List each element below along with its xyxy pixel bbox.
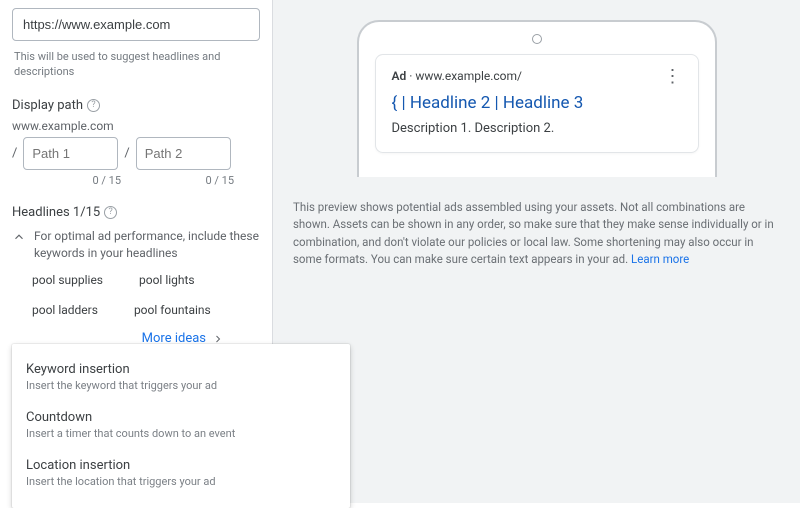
dropdown-item-desc: Insert a timer that counts down to an ev… (26, 427, 336, 440)
dropdown-item-location-insertion[interactable]: Location insertion Insert the location t… (12, 450, 350, 498)
dropdown-item-keyword-insertion[interactable]: Keyword insertion Insert the keyword tha… (12, 354, 350, 402)
path2-counter: 0 / 15 (139, 174, 234, 187)
dropdown-item-countdown[interactable]: Countdown Insert a timer that counts dow… (12, 402, 350, 450)
keyword-chip[interactable]: pool ladders (32, 303, 98, 317)
keyword-chip[interactable]: pool supplies (32, 273, 103, 287)
dropdown-item-desc: Insert the location that triggers your a… (26, 475, 336, 488)
keyword-chip[interactable]: pool lights (139, 273, 195, 287)
dropdown-item-title: Keyword insertion (26, 362, 336, 377)
ad-preview-card: Ad · www.example.com/ ⋮ { | Headline 2 |… (375, 54, 699, 153)
path2-input[interactable] (136, 137, 231, 170)
display-path-row: / / (12, 137, 260, 170)
path-counters: 0 / 15 0 / 15 (12, 174, 260, 187)
ad-preview-headlines: { | Headline 2 | Headline 3 (392, 93, 682, 113)
help-icon[interactable]: ? (104, 206, 117, 219)
headlines-section-label: Headlines 1/15 ? (12, 205, 260, 220)
headline-suggestion-text: For optimal ad performance, include thes… (34, 228, 260, 262)
headlines-label-text: Headlines 1/15 (12, 205, 100, 220)
dropdown-item-desc: Insert the keyword that triggers your ad (26, 379, 336, 392)
keyword-chips: pool supplies pool lights pool ladders p… (32, 273, 260, 317)
path1-counter: 0 / 15 (26, 174, 121, 187)
help-icon[interactable]: ? (87, 99, 100, 112)
ad-meta: Ad · www.example.com/ (392, 69, 523, 83)
preview-note: This preview shows potential ads assembl… (293, 199, 780, 268)
dropdown-item-title: Countdown (26, 410, 336, 425)
final-url-helper: This will be used to suggest headlines a… (14, 49, 258, 80)
keyword-chip[interactable]: pool fountains (134, 303, 211, 317)
device-frame: Ad · www.example.com/ ⋮ { | Headline 2 |… (357, 20, 717, 177)
insertion-dropdown: Keyword insertion Insert the keyword tha… (12, 344, 350, 508)
slash-2: / (124, 146, 129, 161)
preview-panel: Ad · www.example.com/ ⋮ { | Headline 2 |… (273, 0, 800, 503)
final-url-input[interactable] (12, 8, 260, 41)
ad-label-text: Ad (392, 69, 407, 83)
display-path-label: Display path ? (12, 98, 260, 113)
slash-1: / (12, 146, 17, 161)
ad-sep: · (406, 69, 415, 83)
ad-domain: www.example.com/ (415, 69, 522, 83)
device-camera-icon (532, 34, 542, 44)
display-domain-text: www.example.com (12, 119, 260, 133)
ad-top-row: Ad · www.example.com/ ⋮ (392, 69, 682, 83)
kebab-menu-icon[interactable]: ⋮ (664, 72, 682, 81)
display-path-label-text: Display path (12, 98, 83, 113)
learn-more-link[interactable]: Learn more (631, 252, 689, 266)
preview-note-text: This preview shows potential ads assembl… (293, 200, 774, 266)
left-editor-panel: This will be used to suggest headlines a… (0, 0, 273, 503)
dropdown-item-title: Location insertion (26, 458, 336, 473)
chevron-up-icon[interactable] (12, 230, 26, 244)
headline-suggestion-block: For optimal ad performance, include thes… (12, 228, 260, 262)
path1-input[interactable] (23, 137, 118, 170)
ad-preview-description: Description 1. Description 2. (392, 121, 682, 136)
